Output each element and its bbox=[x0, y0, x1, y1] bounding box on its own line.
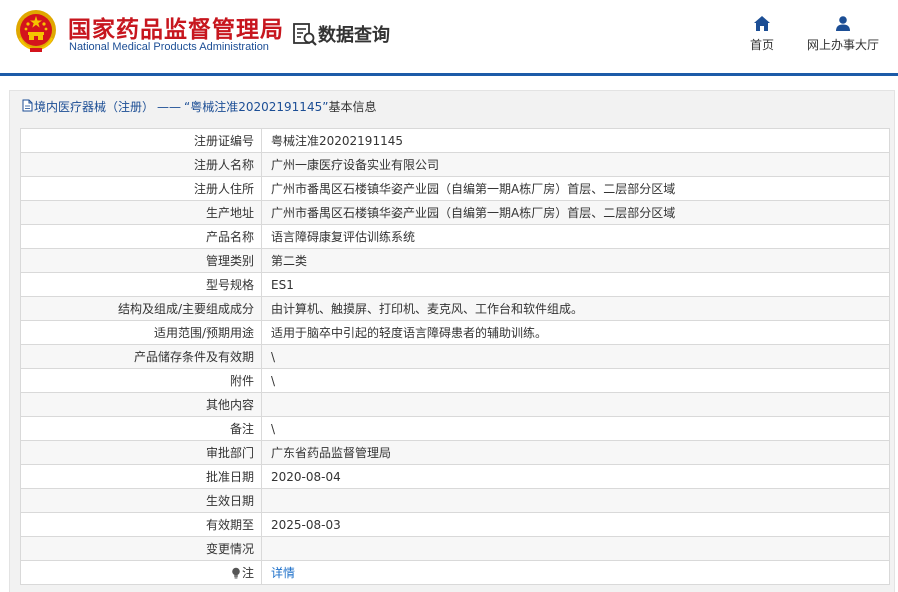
table-row-note: 注 详情 bbox=[20, 560, 890, 585]
table-row: 批准日期 2020-08-04 bbox=[20, 464, 890, 489]
field-value: 由计算机、触摸屏、打印机、麦克风、工作台和软件组成。 bbox=[261, 296, 890, 321]
nav-home[interactable]: 首页 bbox=[745, 16, 779, 53]
breadcrumb-separator: —— bbox=[157, 100, 182, 114]
detail-table: 注册证编号 粤械注准20202191145 注册人名称 广州一康医疗设备实业有限公司注… bbox=[20, 128, 890, 585]
breadcrumb-suffix: 基本信息 bbox=[328, 100, 377, 114]
field-label: 产品名称 bbox=[20, 224, 262, 249]
field-label: 适用范围/预期用途 bbox=[20, 320, 262, 345]
field-value bbox=[261, 488, 890, 513]
note-value-cell: 详情 bbox=[261, 560, 890, 585]
field-value: \ bbox=[261, 344, 890, 369]
field-label: 备注 bbox=[20, 416, 262, 441]
nav-home-label: 首页 bbox=[749, 38, 774, 52]
field-label: 生产地址 bbox=[20, 200, 262, 225]
table-row: 备注 \ bbox=[20, 416, 890, 441]
table-row: 注册人住所 广州市番禺区石楼镇华姿产业园（自编第一期A栋厂房）首层、二层部分区域 bbox=[20, 176, 890, 201]
field-value: 广州市番禺区石楼镇华姿产业园（自编第一期A栋厂房）首层、二层部分区域 bbox=[261, 200, 890, 225]
lightbulb-icon bbox=[232, 567, 240, 579]
breadcrumb-section-link[interactable]: 境内医疗器械（注册） bbox=[34, 100, 154, 114]
field-label: 批准日期 bbox=[20, 464, 262, 489]
field-value: ES1 bbox=[261, 272, 890, 297]
site-header: 国家药品监督管理局 National Medical Products Admi… bbox=[0, 0, 898, 76]
page-title: 数据查询 bbox=[318, 25, 390, 46]
field-label: 变更情况 bbox=[20, 536, 262, 561]
note-label-cell: 注 bbox=[20, 560, 262, 585]
field-value: 2025-08-03 bbox=[261, 512, 890, 537]
field-label: 注册人住所 bbox=[20, 176, 262, 201]
table-row: 变更情况 bbox=[20, 536, 890, 561]
org-name-en: National Medical Products Administration bbox=[69, 41, 269, 53]
field-label: 审批部门 bbox=[20, 440, 262, 465]
nav-service-hall[interactable]: 网上办事大厅 bbox=[800, 16, 886, 53]
field-value: 适用于脑卒中引起的轻度语言障碍患者的辅助训练。 bbox=[261, 320, 890, 345]
field-label: 其他内容 bbox=[20, 392, 262, 417]
field-label: 结构及组成/主要组成成分 bbox=[20, 296, 262, 321]
field-value: 广州市番禺区石楼镇华姿产业园（自编第一期A栋厂房）首层、二层部分区域 bbox=[261, 176, 890, 201]
field-value: \ bbox=[261, 416, 890, 441]
table-row: 产品储存条件及有效期 \ bbox=[20, 344, 890, 369]
nav-service-hall-label: 网上办事大厅 bbox=[806, 38, 879, 52]
field-value: \ bbox=[261, 368, 890, 393]
document-icon bbox=[22, 99, 33, 112]
detail-panel: 注册证编号 粤械注准20202191145 注册人名称 广州一康医疗设备实业有限公司注… bbox=[9, 120, 895, 592]
breadcrumb-current: “粤械注准20202191145” bbox=[184, 100, 329, 114]
field-value: 2020-08-04 bbox=[261, 464, 890, 489]
table-row: 有效期至 2025-08-03 bbox=[20, 512, 890, 537]
table-row: 产品名称 语言障碍康复评估训练系统 bbox=[20, 224, 890, 249]
field-value bbox=[261, 392, 890, 417]
table-row: 结构及组成/主要组成成分 由计算机、触摸屏、打印机、麦克风、工作台和软件组成。 bbox=[20, 296, 890, 321]
field-value: 语言障碍康复评估训练系统 bbox=[261, 224, 890, 249]
home-icon bbox=[754, 16, 770, 31]
table-row: 管理类别 第二类 bbox=[20, 248, 890, 273]
field-value: 第二类 bbox=[261, 248, 890, 273]
table-row: 适用范围/预期用途 适用于脑卒中引起的轻度语言障碍患者的辅助训练。 bbox=[20, 320, 890, 345]
table-row: 生产地址 广州市番禺区石楼镇华姿产业园（自编第一期A栋厂房）首层、二层部分区域 bbox=[20, 200, 890, 225]
details-link[interactable]: 详情 bbox=[271, 566, 295, 580]
field-label: 有效期至 bbox=[20, 512, 262, 537]
search-document-icon bbox=[293, 23, 317, 46]
table-row: 附件 \ bbox=[20, 368, 890, 393]
table-row: 型号规格 ES1 bbox=[20, 272, 890, 297]
field-value: 广东省药品监督管理局 bbox=[261, 440, 890, 465]
field-label: 注册人名称 bbox=[20, 152, 262, 177]
breadcrumb: 境内医疗器械（注册） —— “粤械注准20202191145”基本信息 bbox=[9, 90, 895, 120]
field-value: 广州一康医疗设备实业有限公司 bbox=[261, 152, 890, 177]
field-label: 型号规格 bbox=[20, 272, 262, 297]
table-row: 注册人名称 广州一康医疗设备实业有限公司 bbox=[20, 152, 890, 177]
user-icon bbox=[836, 16, 850, 31]
field-label: 生效日期 bbox=[20, 488, 262, 513]
field-value: 粤械注准20202191145 bbox=[261, 128, 890, 153]
table-row: 注册证编号 粤械注准20202191145 bbox=[20, 128, 890, 153]
table-row: 其他内容 bbox=[20, 392, 890, 417]
national-emblem-icon bbox=[16, 10, 56, 52]
field-label: 产品储存条件及有效期 bbox=[20, 344, 262, 369]
table-row: 审批部门 广东省药品监督管理局 bbox=[20, 440, 890, 465]
field-label: 附件 bbox=[20, 368, 262, 393]
org-name-cn: 国家药品监督管理局 bbox=[68, 17, 284, 43]
field-value bbox=[261, 536, 890, 561]
table-row: 生效日期 bbox=[20, 488, 890, 513]
field-label: 注册证编号 bbox=[20, 128, 262, 153]
field-label: 管理类别 bbox=[20, 248, 262, 273]
note-label: 注 bbox=[241, 566, 254, 580]
